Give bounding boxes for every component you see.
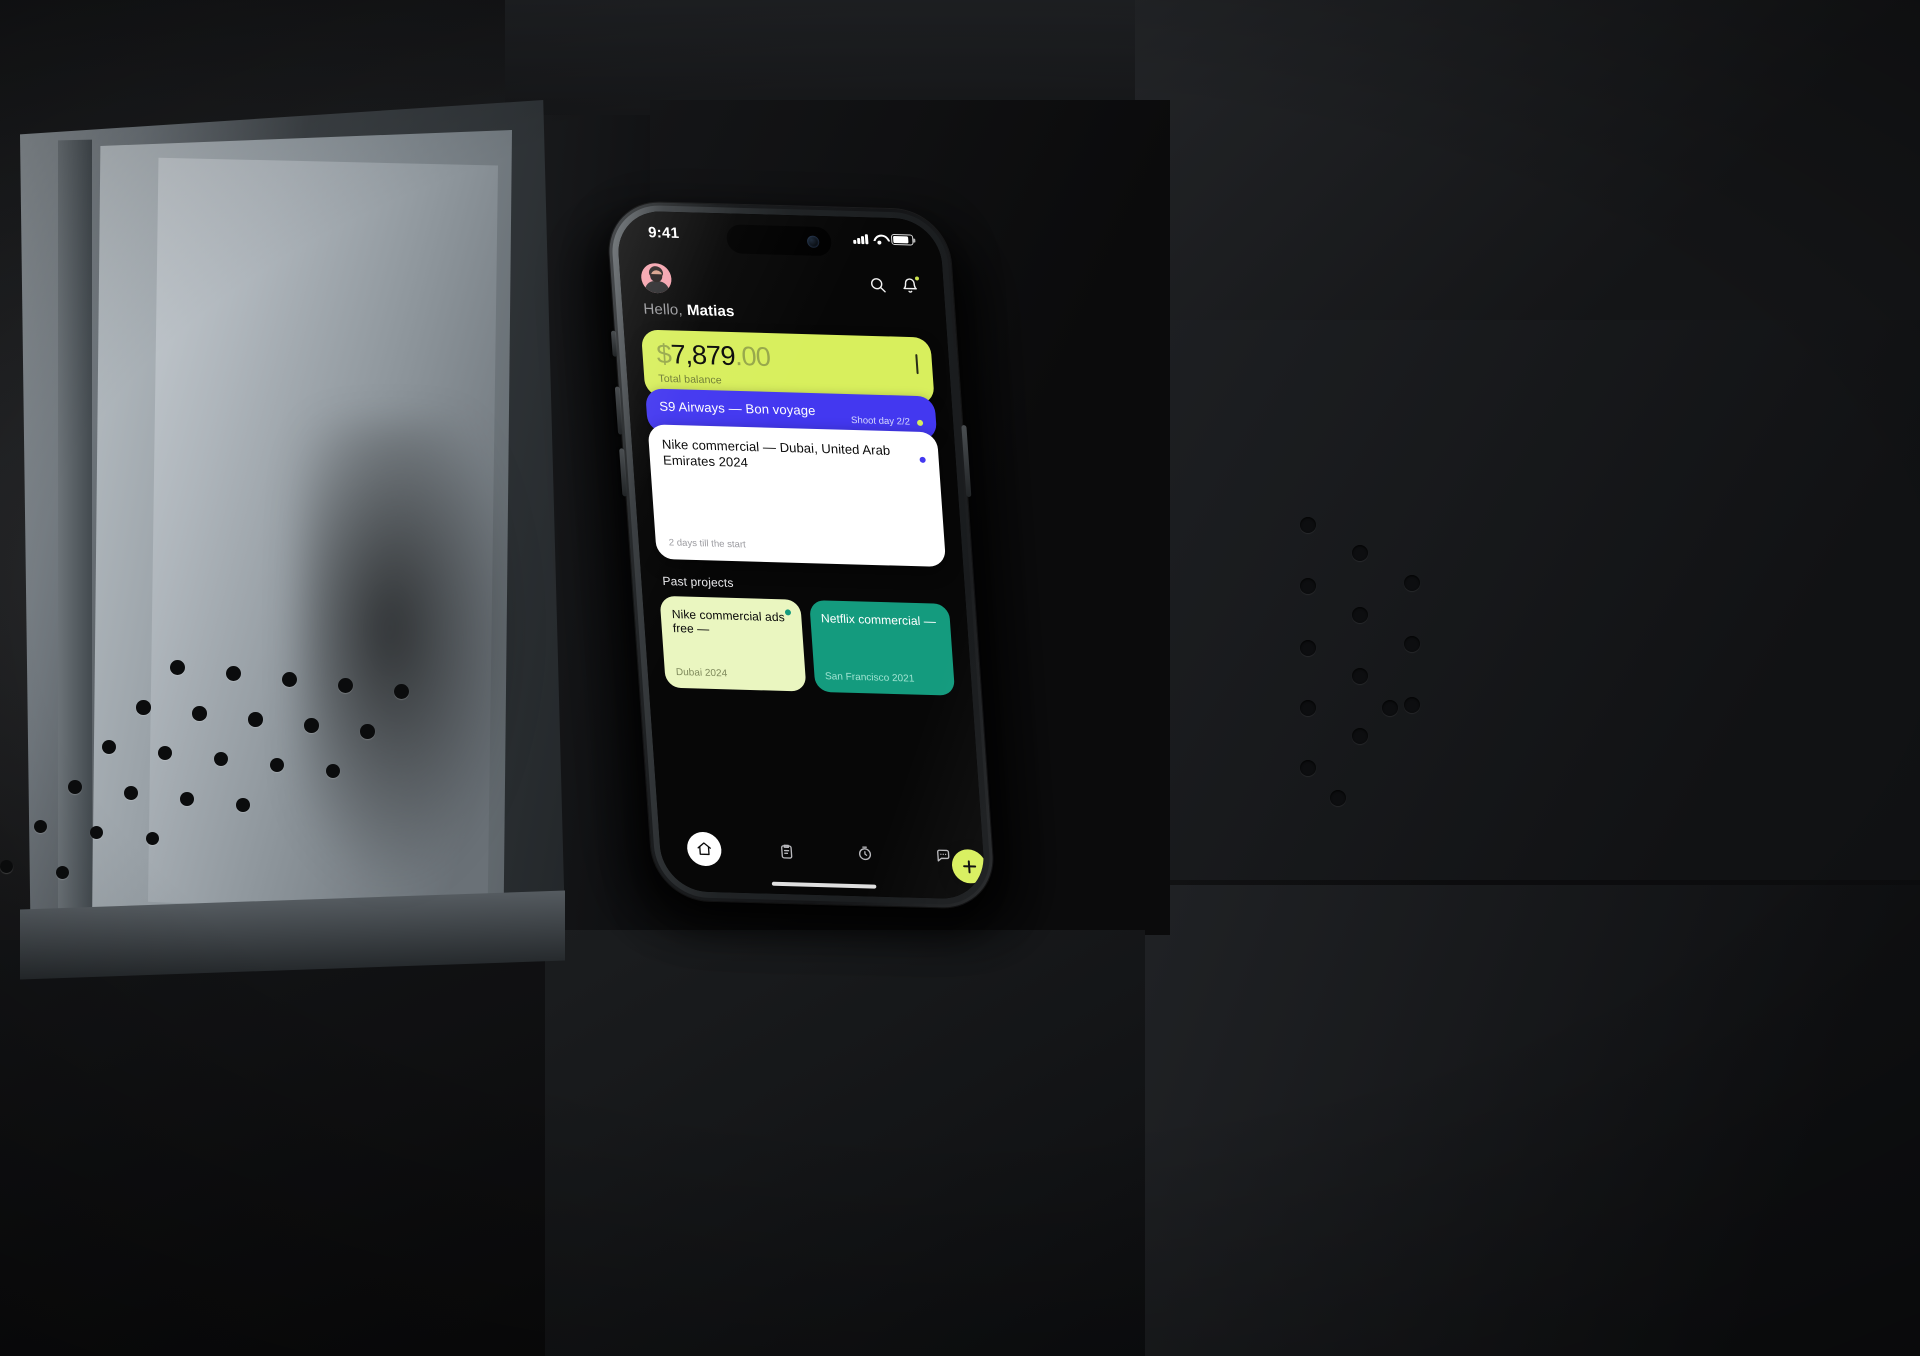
locker-panel-top-right bbox=[1120, 0, 1920, 320]
perforation-dot bbox=[304, 718, 319, 733]
project-card-header: Nike commercial — Dubai, United Arab Emi… bbox=[661, 437, 926, 476]
vent-dot bbox=[1330, 790, 1346, 806]
vent-dot bbox=[1382, 700, 1398, 716]
perforation-dot bbox=[338, 678, 353, 693]
past-project-card-nike[interactable]: Nike commercial ads free — Dubai 2024 bbox=[659, 595, 807, 692]
past-projects-list: Nike commercial ads free — Dubai 2024 Ne… bbox=[659, 595, 987, 884]
vent-dot bbox=[1300, 517, 1316, 533]
card-stack: $7,879.00 Total balance S9 Airways — Bon… bbox=[640, 329, 947, 568]
past-projects-heading: Past projects bbox=[661, 574, 734, 590]
battery-icon bbox=[890, 233, 914, 246]
status-bar-time: 9:41 bbox=[647, 224, 680, 242]
locker-panel-right-lower bbox=[1130, 885, 1920, 1356]
front-camera-icon bbox=[806, 235, 820, 248]
perforation-dot bbox=[360, 724, 375, 739]
vent-dot bbox=[1300, 578, 1316, 594]
perforation-dot bbox=[236, 798, 250, 812]
status-dot-icon bbox=[919, 456, 926, 463]
locker-panel-bottom-middle bbox=[545, 930, 1145, 1356]
perforation-dot bbox=[192, 706, 207, 721]
nav-item-timer[interactable] bbox=[851, 840, 879, 867]
mute-switch[interactable] bbox=[610, 330, 618, 357]
scene-root: 9:41 Hello, Matias $7,879.00 Total balan… bbox=[0, 0, 1920, 1356]
past-project-card-netflix[interactable]: Netflix commercial — San Francisco 2021 bbox=[808, 600, 956, 696]
home-indicator bbox=[771, 881, 877, 889]
perforation-dot bbox=[0, 860, 13, 873]
nav-item-projects[interactable] bbox=[773, 838, 801, 865]
perforation-dot bbox=[68, 780, 82, 794]
perforation-dot bbox=[124, 786, 138, 800]
nav-item-chat[interactable] bbox=[929, 842, 957, 869]
vent-dot bbox=[1300, 640, 1316, 656]
vent-dot bbox=[1404, 697, 1420, 713]
balance-text-group: $7,879.00 Total balance bbox=[656, 339, 773, 388]
cellular-bars-icon bbox=[853, 233, 869, 244]
home-icon bbox=[697, 842, 711, 856]
project-card-title: Nike commercial — Dubai, United Arab Emi… bbox=[661, 436, 891, 470]
stopwatch-icon bbox=[858, 846, 872, 861]
vent-dot bbox=[1404, 636, 1420, 652]
phone-screen: 9:41 Hello, Matias $7,879.00 Total balan… bbox=[615, 210, 987, 900]
perforation-dot bbox=[248, 712, 263, 727]
vent-dot bbox=[1352, 668, 1368, 684]
balance-value: 7,879 bbox=[669, 339, 736, 371]
locker-panel-top-middle bbox=[505, 0, 1135, 115]
project-card-meta: Shoot day 2/2 bbox=[850, 415, 911, 428]
notification-badge-dot bbox=[914, 275, 920, 281]
top-bar-actions bbox=[869, 275, 921, 294]
past-project-subtitle: Dubai 2024 bbox=[675, 666, 728, 680]
vent-dot bbox=[1352, 607, 1368, 623]
locker-panel-bottom-left bbox=[0, 940, 550, 1356]
balance-amount: $7,879.00 bbox=[656, 339, 772, 372]
phone-body: 9:41 Hello, Matias $7,879.00 Total balan… bbox=[605, 201, 997, 909]
vent-dot bbox=[1300, 760, 1316, 776]
greeting-name: Matias bbox=[686, 301, 735, 321]
balance-cents: .00 bbox=[733, 341, 772, 372]
app-root: 9:41 Hello, Matias $7,879.00 Total balan… bbox=[615, 210, 987, 900]
balance-label: Total balance bbox=[657, 372, 723, 387]
vent-dot bbox=[1404, 575, 1420, 591]
nav-item-home[interactable] bbox=[686, 831, 723, 867]
clipboard-icon bbox=[781, 844, 793, 859]
status-bar-indicators bbox=[853, 230, 914, 246]
status-dot-icon bbox=[784, 609, 791, 616]
greeting-prefix: Hello, bbox=[642, 300, 688, 319]
vent-dot bbox=[1352, 728, 1368, 744]
past-project-title: Nike commercial ads free — bbox=[671, 607, 786, 637]
phone-mockup: 9:41 Hello, Matias $7,879.00 Total balan… bbox=[581, 201, 1024, 934]
balance-row: $7,879.00 Total balance bbox=[656, 339, 920, 392]
project-card-nike-upcoming[interactable]: Nike commercial — Dubai, United Arab Emi… bbox=[647, 424, 947, 568]
vent-dot bbox=[1352, 545, 1368, 561]
project-card-meta-group: Shoot day 2/2 bbox=[850, 404, 924, 428]
locker-drawer-rail bbox=[58, 139, 92, 941]
locker-panel-right-middle bbox=[1160, 320, 1920, 880]
search-icon[interactable] bbox=[869, 276, 887, 293]
avatar[interactable] bbox=[640, 262, 673, 294]
dynamic-island bbox=[725, 224, 833, 257]
project-card-footer: 2 days till the start bbox=[668, 537, 747, 551]
perforation-dot bbox=[180, 792, 194, 806]
bell-icon[interactable] bbox=[901, 275, 920, 294]
project-card-title: S9 Airways — Bon voyage bbox=[658, 398, 816, 419]
past-project-subtitle: San Francisco 2021 bbox=[824, 671, 915, 685]
perforation-dot bbox=[56, 866, 69, 879]
vent-dot bbox=[1300, 700, 1316, 716]
perforation-dot bbox=[136, 700, 151, 715]
balance-card-handle[interactable] bbox=[914, 354, 919, 375]
perforation-dot bbox=[226, 666, 241, 681]
chat-icon bbox=[937, 849, 950, 862]
perforation-dot bbox=[170, 660, 185, 675]
bottom-navigation bbox=[676, 831, 968, 873]
perforation-dot bbox=[394, 684, 409, 699]
past-project-title: Netflix commercial — bbox=[820, 611, 937, 629]
wifi-icon bbox=[873, 234, 887, 244]
status-dot-icon bbox=[916, 419, 924, 426]
perforation-dot bbox=[282, 672, 297, 687]
